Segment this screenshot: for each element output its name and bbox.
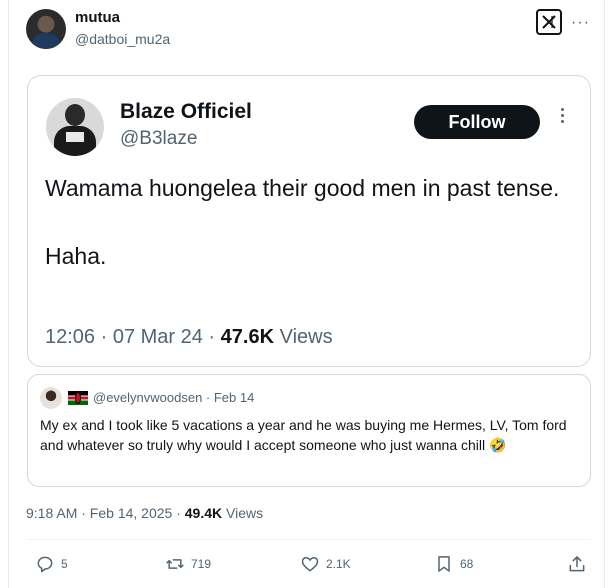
embedded-author-avatar[interactable] [46, 98, 104, 156]
quoted-text: My ex and I took like 5 vacations a year… [40, 417, 567, 453]
embedded-views-count: 47.6K [220, 326, 275, 348]
quoted-meta: @evelynvwoodsen · Feb 14 [93, 390, 255, 405]
post-views-count: 49.4K [184, 505, 223, 521]
like-icon [301, 557, 319, 572]
bookmark-count: 68 [460, 557, 474, 571]
reply-button[interactable]: 5 [35, 553, 68, 575]
quoted-avatar[interactable] [40, 387, 62, 409]
like-button[interactable]: 2.1K [300, 553, 351, 575]
follow-button[interactable]: Follow [414, 105, 540, 139]
reply-icon [37, 556, 53, 573]
repost-count: 719 [191, 557, 212, 571]
more-icon[interactable]: ··· [571, 14, 590, 32]
post-views-label: Views [222, 505, 264, 521]
bookmark-icon [438, 556, 450, 572]
embedded-views-label: Views [274, 326, 333, 348]
repost-icon [166, 559, 184, 569]
post-meta: 9:18 AM · Feb 14, 2025 · 49.4K Views [26, 505, 263, 521]
x-logo-icon[interactable] [536, 9, 562, 35]
divider [26, 539, 591, 540]
kenya-flag-icon [68, 391, 88, 405]
embedded-more-icon[interactable] [561, 108, 567, 126]
author-name[interactable]: mutua [75, 9, 120, 26]
share-button[interactable] [567, 553, 587, 575]
embedded-author-handle[interactable]: @B3laze [120, 128, 197, 150]
embedded-time: 12:06 · 07 Mar 24 · [45, 326, 221, 348]
like-count: 2.1K [326, 557, 351, 571]
author-avatar[interactable] [26, 9, 66, 49]
embedded-tweet-text: Wamama huongelea their good men in past … [45, 175, 560, 269]
embedded-tweet-card[interactable]: Blaze Officiel @B3laze Follow Wamama huo… [27, 75, 591, 367]
author-handle[interactable]: @datboi_mu2a [75, 31, 170, 47]
embedded-author-name[interactable]: Blaze Officiel [120, 100, 252, 124]
bookmark-button[interactable]: 68 [434, 553, 473, 575]
share-icon [569, 556, 585, 572]
embedded-tweet-meta: 12:06 · 07 Mar 24 · 47.6K Views [45, 326, 333, 349]
repost-button[interactable]: 719 [165, 553, 211, 575]
post-timestamp[interactable]: 9:18 AM · Feb 14, 2025 · [26, 505, 185, 521]
reply-count: 5 [61, 557, 68, 571]
quoted-reply-card[interactable]: @evelynvwoodsen · Feb 14 My ex and I too… [27, 374, 591, 487]
